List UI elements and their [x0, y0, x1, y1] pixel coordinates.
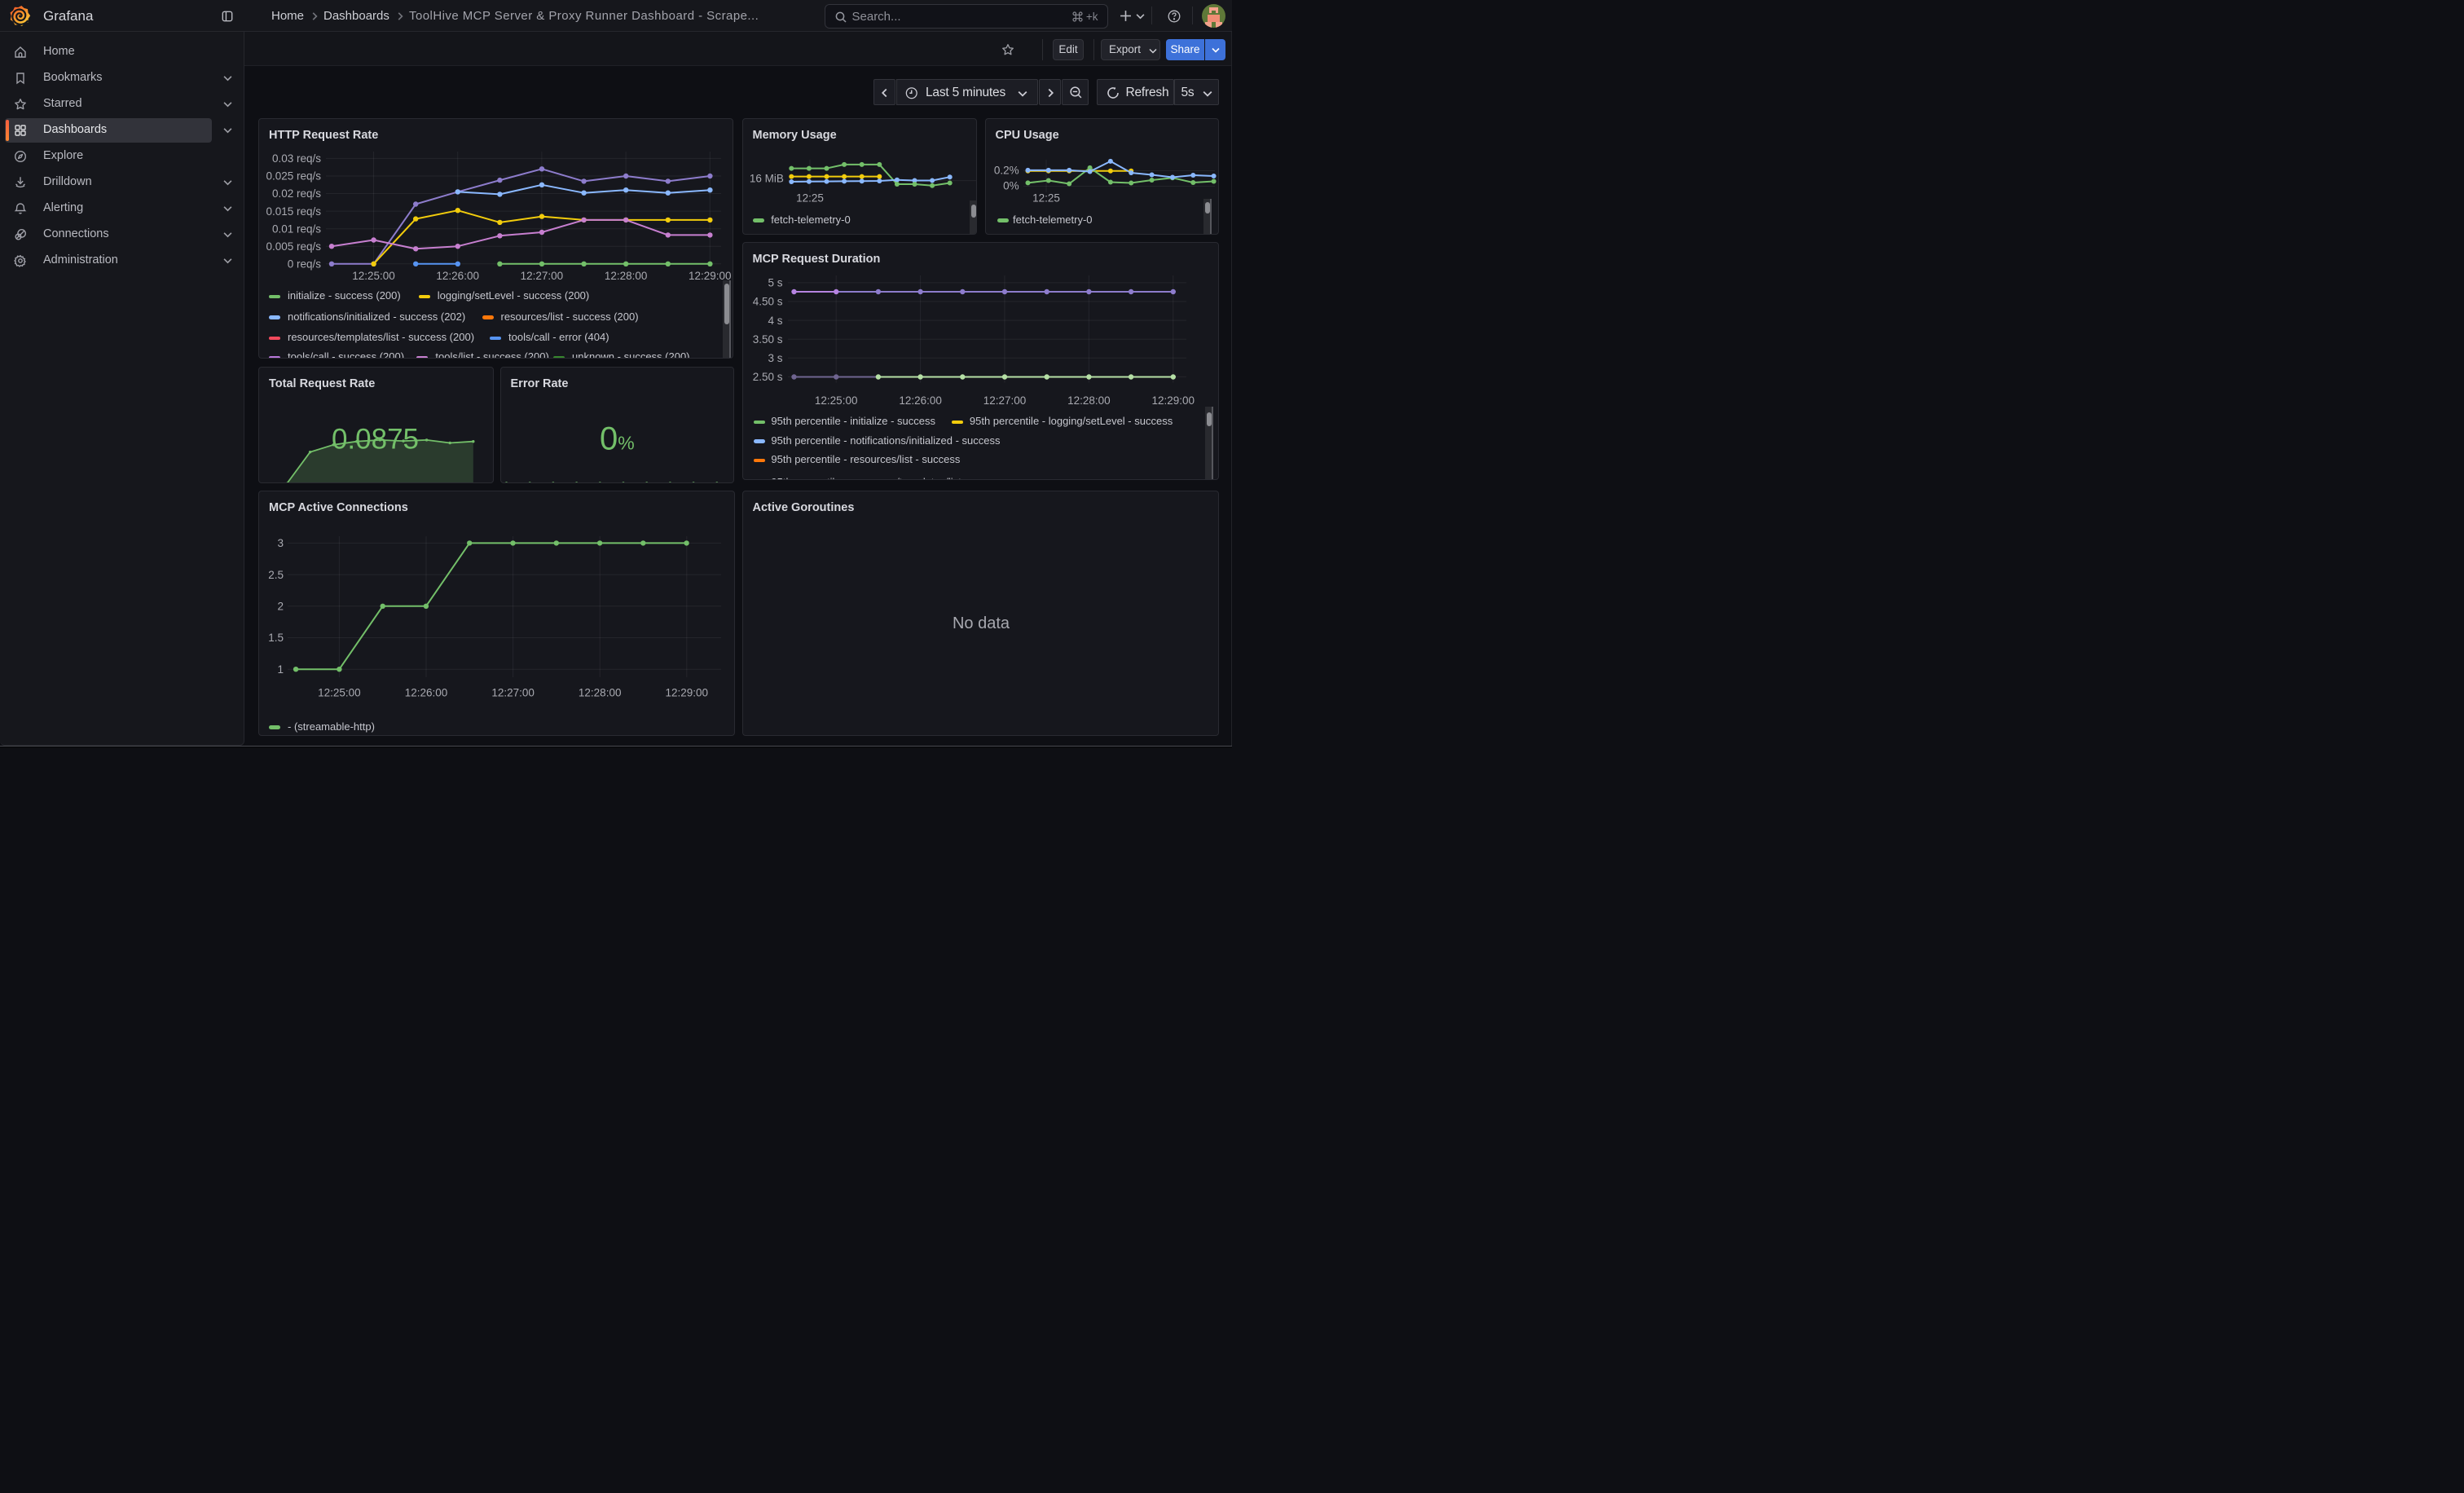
svg-text:0 req/s: 0 req/s — [288, 258, 322, 271]
svg-text:0.03 req/s: 0.03 req/s — [272, 152, 321, 165]
svg-text:1: 1 — [277, 663, 284, 675]
svg-text:12:26:00: 12:26:00 — [899, 394, 942, 407]
svg-text:0%: 0% — [1003, 180, 1019, 192]
svg-text:12:25:00: 12:25:00 — [318, 686, 361, 698]
svg-text:12:27:00: 12:27:00 — [521, 270, 564, 282]
svg-text:16 MiB: 16 MiB — [749, 172, 783, 184]
svg-text:0.005 req/s: 0.005 req/s — [266, 240, 321, 253]
svg-text:0.2%: 0.2% — [993, 165, 1019, 177]
svg-text:12:28:00: 12:28:00 — [1067, 394, 1111, 407]
svg-text:3.50 s: 3.50 s — [752, 333, 782, 346]
svg-text:2: 2 — [277, 600, 284, 612]
svg-text:12:25: 12:25 — [796, 192, 824, 205]
svg-text:12:28:00: 12:28:00 — [579, 686, 622, 698]
svg-text:12:28:00: 12:28:00 — [605, 270, 648, 282]
svg-text:3: 3 — [277, 537, 284, 549]
svg-text:0.015 req/s: 0.015 req/s — [266, 205, 321, 218]
svg-text:12:26:00: 12:26:00 — [405, 686, 448, 698]
svg-text:0.01 req/s: 0.01 req/s — [272, 222, 321, 235]
svg-text:12:26:00: 12:26:00 — [436, 270, 479, 282]
svg-text:4 s: 4 s — [768, 315, 782, 327]
svg-text:12:29:00: 12:29:00 — [1151, 394, 1195, 407]
svg-text:0.025 req/s: 0.025 req/s — [266, 170, 321, 183]
svg-text:12:25:00: 12:25:00 — [814, 394, 857, 407]
svg-text:0.02 req/s: 0.02 req/s — [272, 187, 321, 200]
svg-text:2.5: 2.5 — [268, 568, 284, 580]
svg-text:1.5: 1.5 — [268, 632, 284, 644]
svg-text:0%: 0% — [600, 421, 635, 457]
svg-text:12:25: 12:25 — [1032, 192, 1060, 205]
svg-text:2.50 s: 2.50 s — [752, 371, 782, 383]
svg-text:3 s: 3 s — [768, 352, 782, 364]
svg-text:0.0875: 0.0875 — [332, 423, 419, 455]
svg-text:12:27:00: 12:27:00 — [491, 686, 535, 698]
svg-text:4.50 s: 4.50 s — [752, 296, 782, 308]
svg-text:12:27:00: 12:27:00 — [983, 394, 1026, 407]
svg-text:5 s: 5 s — [768, 277, 782, 289]
svg-text:12:25:00: 12:25:00 — [352, 270, 395, 282]
svg-text:12:29:00: 12:29:00 — [666, 686, 709, 698]
